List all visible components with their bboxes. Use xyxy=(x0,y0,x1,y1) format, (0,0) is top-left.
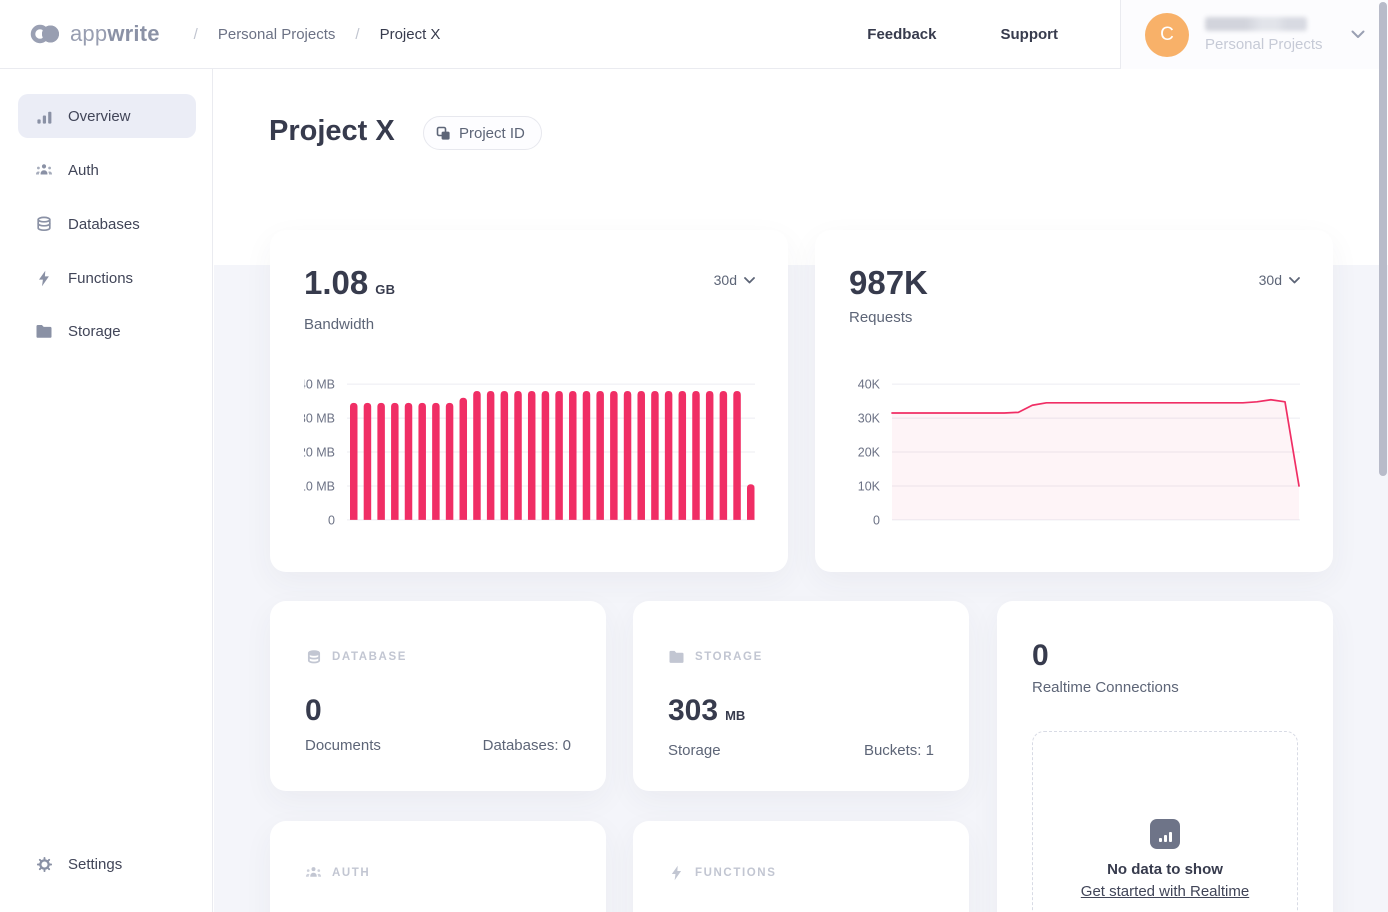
sidebar-item-label: Settings xyxy=(68,856,122,873)
realtime-card: 0 Realtime Connections No data to show G… xyxy=(997,601,1333,912)
account-name-redacted xyxy=(1205,17,1307,31)
bandwidth-unit: GB xyxy=(375,273,395,307)
gear-icon xyxy=(35,855,53,873)
chevron-down-icon xyxy=(1351,30,1365,39)
appwrite-logo-icon xyxy=(30,21,62,47)
appwrite-logo[interactable]: appwrite xyxy=(30,21,160,47)
requests-value: 987K xyxy=(849,266,928,300)
auth-card: AUTH xyxy=(270,821,606,912)
get-started-realtime-link[interactable]: Get started with Realtime xyxy=(1081,883,1249,900)
no-data-chart-icon xyxy=(1150,819,1180,849)
storage-card: STORAGE 303MB Storage Buckets: 1 xyxy=(633,601,969,791)
storage-size-unit: MB xyxy=(725,700,745,732)
database-icon xyxy=(305,648,322,665)
requests-range-select[interactable]: 30d xyxy=(1259,272,1300,288)
sidebar-item-label: Databases xyxy=(68,216,140,233)
bandwidth-label: Bandwidth xyxy=(304,316,788,333)
sidebar-item-label: Overview xyxy=(68,108,131,125)
requests-label: Requests xyxy=(849,309,1333,326)
svg-text:20K: 20K xyxy=(858,446,881,460)
vertical-scrollbar[interactable] xyxy=(1379,2,1387,476)
svg-text:40K: 40K xyxy=(858,378,881,392)
database-card: DATABASE 0 Documents Databases: 0 xyxy=(270,601,606,791)
auth-section-label: AUTH xyxy=(332,867,370,879)
main-content: Project X Project ID 1.08GB 30d Bandwidt… xyxy=(214,69,1388,912)
copy-icon xyxy=(436,126,451,141)
sidebar-item-overview[interactable]: Overview xyxy=(18,94,196,138)
sidebar-item-storage[interactable]: Storage xyxy=(18,309,196,353)
bandwidth-range-select[interactable]: 30d xyxy=(714,272,755,288)
area-chart-svg: 0 10K 20K 30K 40K xyxy=(849,370,1300,528)
database-section-label: DATABASE xyxy=(332,651,407,663)
sidebar-item-databases[interactable]: Databases xyxy=(18,202,196,246)
breadcrumb: / Personal Projects / Project X xyxy=(194,26,441,43)
appwrite-console: appwrite / Personal Projects / Project X… xyxy=(0,0,1388,912)
topbar-links: Feedback Support xyxy=(867,26,1058,43)
svg-text:30 MB: 30 MB xyxy=(304,412,335,426)
avatar: C xyxy=(1145,13,1189,57)
users-icon xyxy=(305,864,322,881)
bandwidth-value: 1.08GB xyxy=(304,266,395,307)
bandwidth-chart: 0 10 MB 20 MB 30 MB 40 MB xyxy=(304,370,755,528)
page-title: Project X xyxy=(269,115,395,148)
svg-text:20 MB: 20 MB xyxy=(304,446,335,460)
documents-label: Documents xyxy=(305,737,381,754)
documents-count: 0 xyxy=(270,695,606,727)
lightning-icon xyxy=(35,269,53,287)
sidebar-item-label: Functions xyxy=(68,270,133,287)
database-icon xyxy=(35,215,53,233)
storage-section-label: STORAGE xyxy=(695,651,763,663)
folder-icon xyxy=(668,648,685,665)
folder-icon xyxy=(35,322,53,340)
bandwidth-card: 1.08GB 30d Bandwidth 0 10 MB 20 MB 30 MB 40 … xyxy=(270,230,788,572)
project-id-badge-label: Project ID xyxy=(459,125,525,142)
sidebar-item-label: Auth xyxy=(68,162,99,179)
storage-size: 303MB xyxy=(633,695,969,732)
buckets-count-label: Buckets: 1 xyxy=(864,742,934,759)
svg-text:0: 0 xyxy=(873,513,880,527)
sidebar-item-functions[interactable]: Functions xyxy=(18,256,196,300)
requests-chart: 0 10K 20K 30K 40K xyxy=(849,370,1300,528)
account-org-label: Personal Projects xyxy=(1205,36,1323,53)
appwrite-logo-text: appwrite xyxy=(70,21,160,47)
sidebar-item-settings[interactable]: Settings xyxy=(18,842,196,886)
account-meta: Personal Projects xyxy=(1205,17,1323,53)
realtime-connections-label: Realtime Connections xyxy=(997,679,1333,696)
feedback-link[interactable]: Feedback xyxy=(867,26,936,43)
functions-card: FUNCTIONS xyxy=(633,821,969,912)
top-bar: appwrite / Personal Projects / Project X… xyxy=(0,0,1388,69)
chevron-down-icon xyxy=(1289,277,1300,284)
chevron-down-icon xyxy=(744,277,755,284)
svg-text:30K: 30K xyxy=(858,412,881,426)
svg-text:10K: 10K xyxy=(858,479,881,493)
no-data-title: No data to show xyxy=(1107,861,1223,878)
account-menu[interactable]: C Personal Projects xyxy=(1120,0,1388,69)
sidebar-item-label: Storage xyxy=(68,323,121,340)
bar-chart-icon xyxy=(35,107,53,125)
functions-section-label: FUNCTIONS xyxy=(695,867,776,879)
project-id-badge[interactable]: Project ID xyxy=(423,116,542,150)
breadcrumb-separator: / xyxy=(194,26,198,43)
bar-chart-svg: 0 10 MB 20 MB 30 MB 40 MB xyxy=(304,370,755,528)
breadcrumb-org[interactable]: Personal Projects xyxy=(218,26,336,43)
users-icon xyxy=(35,161,53,179)
databases-count-label: Databases: 0 xyxy=(483,737,571,754)
realtime-connections-count: 0 xyxy=(997,601,1333,673)
lightning-icon xyxy=(668,864,685,881)
svg-text:0: 0 xyxy=(328,513,335,527)
svg-text:10 MB: 10 MB xyxy=(304,479,335,493)
realtime-empty-state: No data to show Get started with Realtim… xyxy=(1032,731,1298,912)
support-link[interactable]: Support xyxy=(1001,26,1059,43)
sidebar: Overview Auth Databases Functions Storag… xyxy=(0,69,213,912)
requests-card: 987K 30d Requests 0 10K 20K 30K 40K xyxy=(815,230,1333,572)
storage-label: Storage xyxy=(668,742,721,759)
breadcrumb-project: Project X xyxy=(380,26,441,43)
sidebar-item-auth[interactable]: Auth xyxy=(18,148,196,192)
breadcrumb-separator: / xyxy=(355,26,359,43)
svg-text:40 MB: 40 MB xyxy=(304,378,335,392)
